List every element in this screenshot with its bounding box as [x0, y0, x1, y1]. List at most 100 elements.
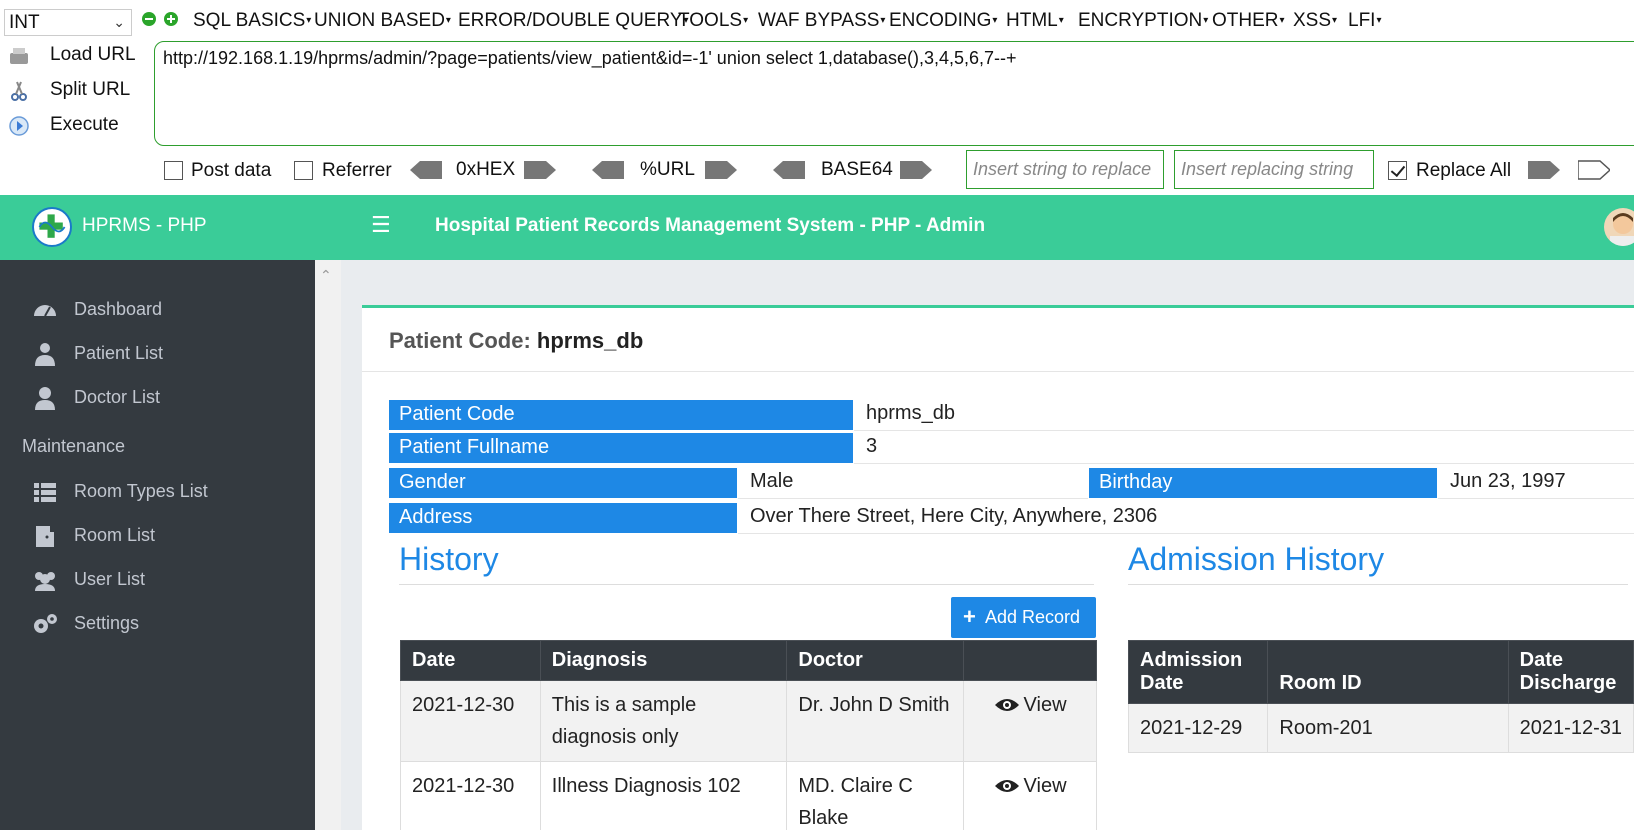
sidebar-scrollbar[interactable]: ⌃: [315, 260, 341, 830]
table-row: 2021-12-30 This is a sample diagnosis on…: [400, 680, 1097, 762]
menu-html[interactable]: HTML▾: [1006, 10, 1064, 32]
menu-other[interactable]: OTHER▾: [1212, 10, 1285, 32]
execute-button[interactable]: Execute: [4, 111, 144, 141]
history-header-row: Date Diagnosis Doctor: [400, 640, 1097, 681]
page-title: Patient Code: hprms_db: [389, 328, 643, 354]
birthday-label: Birthday: [1088, 467, 1438, 499]
admission-table: Admission Date Room ID Date Discharge 20…: [1127, 640, 1634, 753]
patient-fullname-label: Patient Fullname: [388, 432, 854, 464]
card-divider: [362, 371, 1634, 372]
col-date: Date: [400, 640, 541, 681]
menu-label: SQL BASICS: [193, 10, 306, 31]
app-title: Hospital Patient Records Management Syst…: [435, 215, 986, 236]
split-url-button[interactable]: Split URL: [4, 76, 144, 106]
col-diagnosis: Diagnosis: [539, 640, 788, 681]
hex-decode-arrow-icon[interactable]: [410, 160, 442, 180]
cell-diagnosis: This is a sample diagnosis only: [539, 680, 788, 762]
menu-error-double-query[interactable]: ERROR/DOUBLE QUERY▾: [458, 10, 689, 32]
url-decode-arrow-icon[interactable]: [592, 160, 624, 180]
url-textarea[interactable]: http://192.168.1.19/hprms/admin/?page=pa…: [154, 41, 1634, 146]
menu-encoding[interactable]: ENCODING▾: [889, 10, 997, 32]
caret-icon: ▾: [445, 15, 451, 27]
menu-union-based[interactable]: UNION BASED▾: [314, 10, 451, 32]
replace-run-arrow-icon[interactable]: [1577, 160, 1612, 180]
patient-icon: [32, 342, 58, 366]
menu-xss[interactable]: XSS▾: [1293, 10, 1337, 32]
menu-lfi[interactable]: LFI▾: [1348, 10, 1381, 32]
add-record-button[interactable]: + Add Record: [951, 597, 1096, 638]
hamburger-menu-icon[interactable]: ☰: [371, 213, 391, 238]
replace-string-placeholder: Insert string to replace: [973, 159, 1152, 179]
replace-arrow-icon[interactable]: [1528, 160, 1560, 180]
url-enc-label: %URL: [640, 159, 695, 180]
replacing-string-input[interactable]: Insert replacing string: [1174, 150, 1374, 189]
caret-icon: ▾: [992, 15, 998, 27]
minus-icon[interactable]: [142, 12, 156, 26]
top-navbar: ☰ Hospital Patient Records Management Sy…: [341, 195, 1634, 260]
cell-doctor: MD. Claire C Blake: [786, 761, 965, 830]
cell-date: 2021-12-30: [400, 680, 541, 762]
replace-all-checkbox[interactable]: [1388, 161, 1407, 180]
menu-label: UNION BASED: [314, 10, 445, 31]
menu-encryption[interactable]: ENCRYPTION▾: [1078, 10, 1208, 32]
scroll-up-icon[interactable]: ⌃: [320, 268, 332, 284]
title-label: Patient Code:: [389, 328, 531, 353]
post-data-checkbox[interactable]: [164, 161, 183, 180]
menu-waf-bypass[interactable]: WAF BYPASS▾: [758, 10, 885, 32]
sidebar-item-label: Dashboard: [74, 299, 163, 319]
cell-admission-date: 2021-12-29: [1127, 703, 1269, 753]
table-row: 2021-12-29 Room-201 2021-12-31: [1127, 703, 1634, 753]
eye-icon: [994, 699, 1019, 711]
cell-discharge: 2021-12-31: [1507, 703, 1634, 753]
caret-icon: ▾: [1203, 15, 1209, 27]
replace-string-input[interactable]: Insert string to replace: [966, 150, 1164, 189]
sidebar-item-label: Patient List: [74, 343, 164, 363]
post-data-label: Post data: [191, 160, 272, 181]
doctor-icon: [32, 386, 58, 410]
patient-fullname-value: 3: [854, 432, 1634, 464]
int-select-value: INT: [9, 12, 40, 33]
plus-icon[interactable]: [164, 12, 178, 26]
address-value: Over There Street, Here City, Anywhere, …: [738, 502, 1634, 534]
cell-date: 2021-12-30: [400, 761, 541, 830]
plus-icon: +: [963, 604, 976, 629]
col-admission-date: Admission Date: [1127, 640, 1269, 704]
menu-label: ERROR/DOUBLE QUERY: [458, 10, 683, 31]
load-url-label: Load URL: [50, 44, 136, 65]
sidebar: Dashboard Patient List Doctor List Maint…: [0, 260, 315, 830]
hex-label: 0xHEX: [456, 159, 516, 180]
admin-app: HPRMS - PHP ☰ Hospital Patient Records M…: [0, 195, 1634, 830]
base64-encode-arrow-icon[interactable]: [900, 160, 932, 180]
sidebar-item-label: User List: [74, 569, 146, 589]
url-text: http://192.168.1.19/hprms/admin/?page=pa…: [163, 48, 1017, 68]
address-label: Address: [388, 502, 738, 534]
history-table: Date Diagnosis Doctor 2021-12-30 This is…: [400, 640, 1097, 830]
menu-label: ENCODING: [889, 10, 992, 31]
menu-label: WAF BYPASS: [758, 10, 880, 31]
int-select[interactable]: INT ⌄: [4, 9, 132, 36]
caret-icon: ▾: [880, 15, 886, 27]
referrer-checkbox[interactable]: [294, 161, 313, 180]
eye-icon: [994, 780, 1019, 792]
chevron-down-icon: ⌄: [113, 14, 125, 30]
brand[interactable]: HPRMS - PHP: [0, 195, 341, 260]
menu-tools[interactable]: TOOLS▾: [678, 10, 748, 32]
dashboard-icon: [32, 298, 58, 322]
user-avatar[interactable]: [1604, 208, 1634, 246]
table-row: 2021-12-30 Illness Diagnosis 102 MD. Cla…: [400, 761, 1097, 830]
url-encode-arrow-icon[interactable]: [705, 160, 737, 180]
hackbar-menubar: INT ⌄ SQL BASICS▾ UNION BASED▾ ERROR/DOU…: [0, 0, 1634, 42]
hex-encode-arrow-icon[interactable]: [524, 160, 556, 180]
view-link[interactable]: View: [994, 694, 1067, 716]
col-doctor: Doctor: [786, 640, 965, 681]
view-label: View: [1023, 775, 1067, 797]
view-link[interactable]: View: [994, 775, 1067, 797]
base64-decode-arrow-icon[interactable]: [773, 160, 805, 180]
title-value: hprms_db: [536, 328, 644, 353]
sidebar-item-label: Settings: [74, 613, 140, 633]
menu-sql-basics[interactable]: SQL BASICS▾: [193, 10, 311, 32]
load-url-button[interactable]: Load URL: [4, 41, 144, 71]
scissors-icon: [8, 80, 30, 102]
cell-room-id: Room-201: [1267, 703, 1509, 753]
referrer-label: Referrer: [322, 160, 392, 181]
